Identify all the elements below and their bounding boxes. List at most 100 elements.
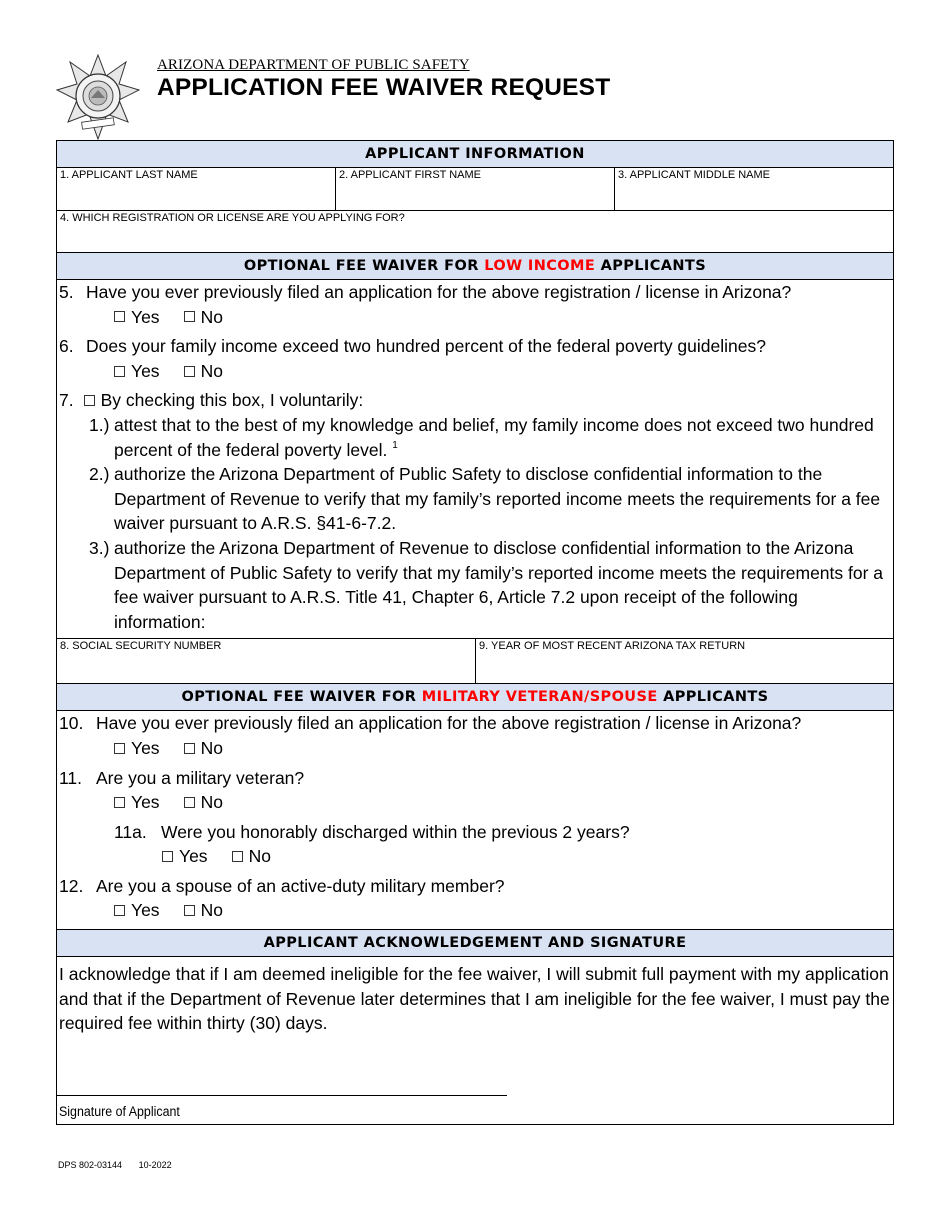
ssn-input[interactable]	[60, 652, 472, 672]
q6-no-checkbox[interactable]: No	[183, 359, 223, 384]
q12-yes-checkbox[interactable]: Yes	[114, 898, 160, 923]
question-number: 6.	[59, 336, 74, 357]
question-12: 12. Are you a spouse of an active-duty m…	[59, 874, 893, 899]
checkbox-icon	[183, 796, 195, 808]
heading-highlight: MILITARY VETERAN/SPOUSE	[421, 689, 658, 706]
question-11-options: Yes No	[59, 790, 893, 815]
heading-suffix: APPLICANTS	[657, 689, 769, 706]
footnote-marker: 1	[392, 439, 398, 451]
question-text: Does your family income exceed two hundr…	[86, 336, 766, 357]
ssn-label: 8. SOCIAL SECURITY NUMBER	[60, 640, 222, 653]
checkbox-icon	[183, 742, 195, 754]
question-number: 11.	[59, 767, 83, 788]
form-revision: 10-2022	[138, 1160, 172, 1170]
option-label: Yes	[131, 900, 160, 921]
question-text: By checking this box, I voluntarily:	[100, 390, 364, 411]
checkbox-icon	[114, 742, 125, 754]
consent-item-1: 1.) attest that to the best of my knowle…	[89, 413, 893, 462]
checkbox-icon	[231, 851, 243, 863]
item-text: attest that to the best of my knowledge …	[114, 413, 893, 462]
question-12-options: Yes No	[59, 898, 893, 923]
question-text: Were you honorably discharged within the…	[161, 821, 630, 842]
middle-name-input[interactable]	[618, 181, 890, 200]
q6-yes-checkbox[interactable]: Yes	[114, 359, 160, 384]
question-6-options: Yes No	[59, 359, 893, 384]
question-number: 11a.	[114, 821, 147, 842]
license-row: 4. WHICH REGISTRATION OR LICENSE ARE YOU…	[57, 211, 893, 253]
heading-prefix: OPTIONAL FEE WAIVER FOR	[181, 689, 422, 706]
item-number: 1.)	[89, 414, 110, 435]
middle-name-label: 3. APPLICANT MIDDLE NAME	[618, 169, 771, 181]
question-text: Have you ever previously filed an applic…	[96, 713, 802, 734]
option-label: Yes	[131, 360, 160, 381]
first-name-cell: 2. APPLICANT FIRST NAME	[336, 168, 615, 210]
question-10-options: Yes No	[59, 736, 893, 761]
checkbox-icon	[183, 905, 195, 917]
license-input[interactable]	[60, 224, 890, 243]
license-label: 4. WHICH REGISTRATION OR LICENSE ARE YOU…	[60, 212, 405, 224]
acknowledgement-section: I acknowledge that if I am deemed inelig…	[57, 957, 893, 1124]
form-footer: DPS 802-03144 10-2022	[58, 1160, 186, 1170]
form-header: ARIZONA DEPARTMENT OF PUBLIC SAFETY APPL…	[56, 54, 896, 144]
item-text: authorize the Arizona Department of Publ…	[114, 464, 881, 534]
section-heading-acknowledgement: APPLICANT ACKNOWLEDGEMENT AND SIGNATURE	[57, 930, 893, 958]
q11-no-checkbox[interactable]: No	[183, 790, 223, 815]
option-label: Yes	[131, 737, 160, 758]
question-5: 5. Have you ever previously filed an app…	[59, 280, 893, 305]
question-11a: 11a. Were you honorably discharged withi…	[59, 820, 893, 845]
checkbox-icon	[183, 311, 195, 323]
ssn-cell: 8. SOCIAL SECURITY NUMBER	[57, 639, 476, 684]
signature-label: Signature of Applicant	[59, 1104, 180, 1120]
tax-year-input[interactable]	[479, 652, 890, 672]
q11a-no-checkbox[interactable]: No	[231, 844, 271, 869]
heading-prefix: OPTIONAL FEE WAIVER FOR	[243, 258, 485, 274]
heading-highlight: LOW INCOME	[484, 258, 596, 274]
option-label: No	[248, 846, 271, 867]
form-number: DPS 802-03144	[58, 1160, 123, 1170]
question-7: 7. By checking this box, I voluntarily:	[59, 388, 893, 413]
option-label: No	[200, 306, 223, 327]
consent-item-3: 3.) authorize the Arizona Department of …	[89, 536, 893, 634]
last-name-input[interactable]	[60, 181, 332, 200]
question-11a-options: Yes No	[59, 844, 893, 869]
option-label: No	[200, 900, 223, 921]
question-number: 5.	[59, 282, 74, 302]
section-heading-low-income: OPTIONAL FEE WAIVER FOR LOW INCOME APPLI…	[57, 253, 893, 280]
fee-waiver-form: APPLICANT INFORMATION 1. APPLICANT LAST …	[56, 140, 894, 1126]
first-name-input[interactable]	[339, 181, 611, 200]
question-6: 6. Does your family income exceed two hu…	[59, 334, 893, 359]
heading-suffix: APPLICANTS	[595, 258, 707, 274]
q12-no-checkbox[interactable]: No	[183, 898, 223, 923]
item-number: 3.)	[89, 537, 110, 558]
tax-year-cell: 9. YEAR OF MOST RECENT ARIZONA TAX RETUR…	[476, 639, 893, 683]
q11a-yes-checkbox[interactable]: Yes	[162, 844, 208, 869]
checkbox-icon	[114, 905, 125, 917]
q10-yes-checkbox[interactable]: Yes	[114, 736, 160, 761]
consent-item-2: 2.) authorize the Arizona Department of …	[89, 462, 893, 536]
q11-yes-checkbox[interactable]: Yes	[114, 790, 160, 815]
option-label: Yes	[131, 792, 160, 813]
question-text: Have you ever previously filed an applic…	[86, 282, 792, 302]
signature-line[interactable]	[57, 1095, 507, 1097]
q10-no-checkbox[interactable]: No	[183, 736, 223, 761]
checkbox-icon	[114, 796, 125, 808]
q7-consent-checkbox[interactable]	[83, 395, 95, 407]
question-5-options: Yes No	[59, 305, 893, 330]
state-trooper-badge-icon	[56, 54, 140, 140]
q5-no-checkbox[interactable]: No	[183, 305, 223, 330]
section-heading-applicant-info: APPLICANT INFORMATION	[57, 141, 893, 168]
option-label: No	[200, 360, 223, 381]
item-text: authorize the Arizona Department of Reve…	[114, 537, 884, 632]
option-label: No	[200, 737, 223, 758]
first-name-label: 2. APPLICANT FIRST NAME	[339, 169, 482, 181]
item-number: 2.)	[89, 464, 110, 485]
item-body: attest that to the best of my knowledge …	[114, 414, 874, 460]
checkbox-icon	[183, 365, 195, 377]
agency-name: ARIZONA DEPARTMENT OF PUBLIC SAFETY	[157, 57, 470, 73]
question-number: 12.	[59, 875, 84, 896]
section-heading-military: OPTIONAL FEE WAIVER FOR MILITARY VETERAN…	[57, 684, 893, 712]
military-questions: 10. Have you ever previously filed an ap…	[57, 711, 893, 931]
q5-yes-checkbox[interactable]: Yes	[114, 305, 160, 330]
checkbox-icon	[162, 851, 173, 863]
low-income-questions: 5. Have you ever previously filed an app…	[57, 280, 893, 640]
